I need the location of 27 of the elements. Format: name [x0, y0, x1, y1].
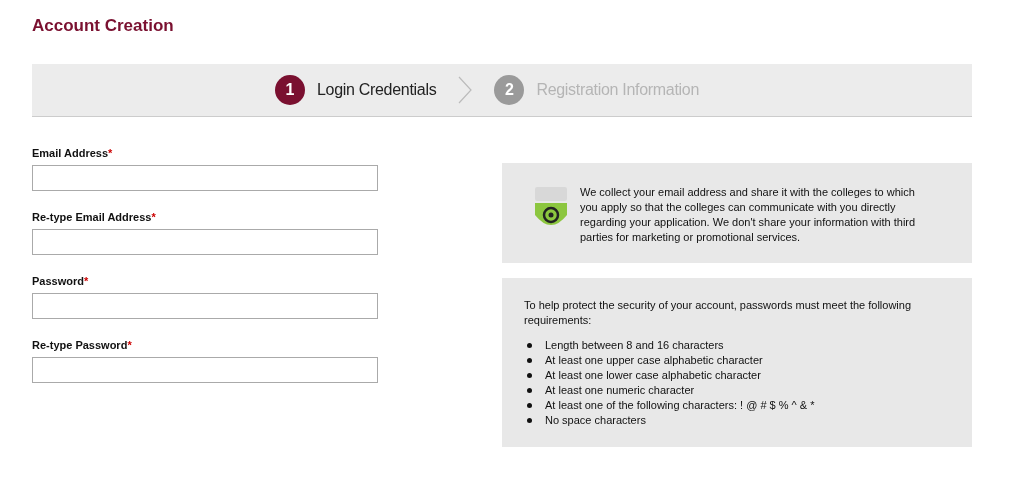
requirement-item: No space characters	[545, 413, 646, 428]
requirement-item: At least one of the following characters: ! @ # $ % ^ & *	[545, 398, 815, 413]
requirement-item: At least one lower case alphabetic character	[545, 368, 761, 383]
bullet-icon	[527, 403, 532, 408]
input-field[interactable]	[32, 357, 378, 383]
step-label: Login Credentials	[316, 81, 437, 99]
requirement-item: Length between 8 and 16 characters	[545, 338, 724, 353]
requirement-item: At least one numeric character	[545, 383, 695, 398]
bullet-icon	[527, 343, 532, 348]
chevron-icon	[458, 76, 473, 104]
bullet-icon	[527, 418, 532, 423]
bullet-icon	[527, 388, 532, 393]
input-field[interactable]	[32, 229, 378, 255]
field-label: Re-type Password*	[32, 339, 133, 352]
page-title: Account Creation	[32, 15, 175, 37]
requirement-item: At least one upper case alphabetic character	[545, 353, 763, 368]
input-field[interactable]	[32, 293, 378, 319]
bullet-icon	[527, 373, 532, 378]
step-number: 2	[494, 75, 525, 105]
field-label: Re-type Email Address*	[32, 211, 157, 224]
step-number: 1	[274, 75, 305, 105]
field-label: Password*	[32, 275, 90, 288]
bullet-icon	[527, 358, 532, 363]
input-field[interactable]	[32, 165, 378, 191]
requirements-intro: To help protect the security of your account, passwords must meet the following requirements:	[524, 298, 912, 328]
privacy-text: We collect your email address and share it with the colleges to which you apply so that the colleges can communicate with you directly regarding your application. We don't share your information with third parties for marketing or promotional services.	[580, 185, 917, 245]
field-label: Email Address*	[32, 147, 114, 160]
